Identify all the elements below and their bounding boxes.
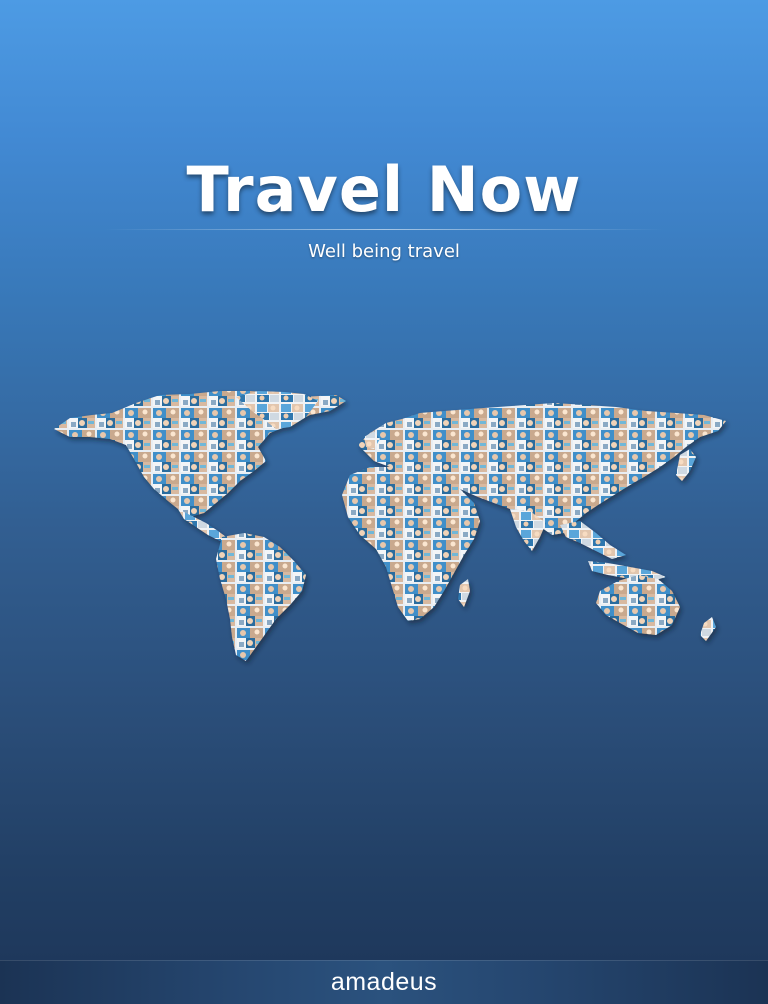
world-map-collage [40, 385, 740, 670]
footer-bar: amadeus [0, 960, 768, 1004]
map-south-america [216, 533, 306, 661]
map-japan [676, 449, 696, 481]
map-australia [596, 575, 680, 635]
map-indonesia [588, 561, 666, 581]
map-madagascar [458, 579, 470, 607]
app-title: Travel Now [186, 153, 582, 226]
title-divider [104, 229, 664, 230]
map-central-america [178, 509, 226, 541]
map-southeast-asia [560, 521, 626, 559]
app-subtitle: Well being travel [308, 241, 460, 262]
map-new-zealand [700, 617, 716, 641]
amadeus-logo: amadeus [330, 968, 438, 996]
splash-screen: Travel Now Well being travel amadeus [0, 0, 768, 1004]
